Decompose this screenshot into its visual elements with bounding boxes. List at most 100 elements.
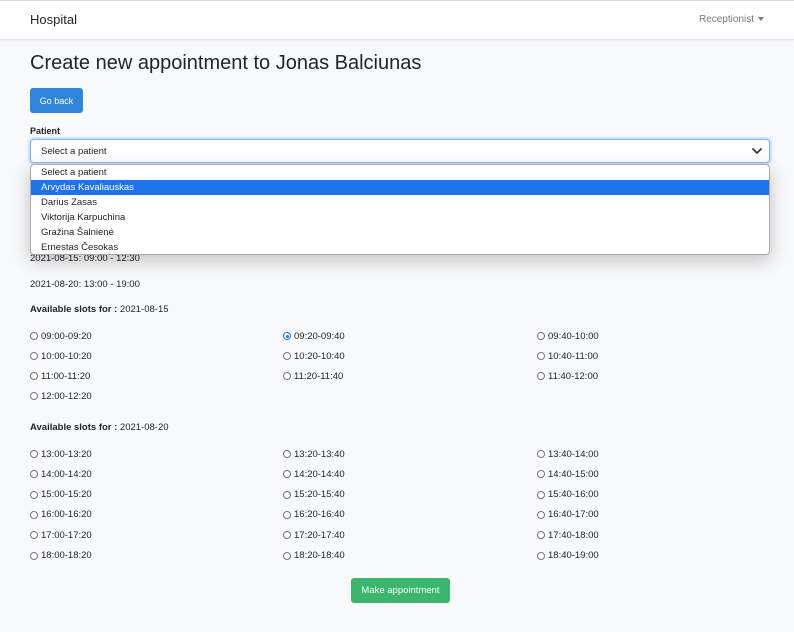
time-slot-label: 17:00-17:20 (41, 529, 92, 541)
time-slot-label: 09:40-10:00 (548, 330, 599, 342)
schedule-line: 2021-08-20: 13:00 - 19:00 (30, 279, 140, 290)
time-slot-label: 11:00-11:20 (41, 370, 91, 382)
time-slot-option[interactable]: 13:00-13:20 (30, 448, 92, 460)
time-slot-option[interactable]: 13:40-14:00 (537, 448, 599, 460)
time-slot-option[interactable]: 15:20-15:40 (283, 489, 345, 501)
time-slot-radio[interactable] (537, 470, 545, 479)
time-slot-option[interactable]: 15:00-15:20 (30, 489, 92, 501)
time-slot-label: 10:20-10:40 (294, 350, 345, 362)
time-slot-option[interactable]: 15:40-16:00 (537, 489, 599, 501)
time-slot-radio[interactable] (30, 352, 38, 360)
time-slot-option[interactable]: 17:00-17:20 (30, 529, 92, 541)
time-slot-label: 16:00-16:20 (41, 509, 92, 521)
time-slot-radio[interactable] (537, 531, 545, 540)
chevron-down-icon (752, 148, 762, 154)
time-slot-option[interactable]: 11:40-12:00 (537, 370, 598, 382)
time-slot-radio[interactable] (30, 551, 38, 560)
slots-heading: Available slots for : 2021-08-15 (30, 304, 169, 315)
time-slot-option[interactable]: 10:40-11:00 (537, 350, 598, 362)
time-slot-option[interactable]: 11:20-11:40 (283, 370, 343, 382)
time-slot-radio[interactable] (283, 510, 291, 519)
time-slot-option[interactable]: 14:40-15:00 (537, 468, 599, 480)
page-title: Create new appointment to Jonas Balciuna… (30, 52, 422, 74)
time-slot-radio[interactable] (30, 372, 38, 380)
brand-link[interactable]: Hospital (30, 12, 77, 27)
time-slot-radio[interactable] (283, 551, 291, 560)
time-slot-radio[interactable] (30, 392, 38, 400)
time-slot-label: 16:20-16:40 (294, 509, 345, 521)
slots-heading-label: Available slots for : (30, 304, 118, 315)
patient-option[interactable]: Viktorija Karpuchina (31, 210, 769, 225)
time-slot-radio[interactable] (537, 510, 545, 519)
time-slot-radio[interactable] (537, 332, 545, 340)
time-slot-option[interactable]: 16:00-16:20 (30, 509, 92, 521)
slots-heading-date: 2021-08-15 (119, 304, 169, 315)
time-slot-label: 18:40-19:00 (548, 550, 599, 561)
navbar: Hospital Receptionist (0, 0, 794, 40)
time-slot-label: 14:00-14:20 (41, 468, 92, 480)
time-slot-radio[interactable] (30, 531, 38, 540)
time-slot-label: 11:40-12:00 (548, 370, 599, 382)
time-slot-radio[interactable] (537, 551, 545, 560)
time-slot-option[interactable]: 18:40-19:00 (537, 550, 599, 562)
slots-heading-date: 2021-08-20 (119, 422, 169, 433)
time-slot-label: 14:40-15:00 (548, 468, 599, 480)
time-slot-option[interactable]: 18:20-18:40 (283, 550, 345, 562)
patient-option[interactable]: Arvydas Kavaliauskas (31, 180, 769, 195)
time-slot-option[interactable]: 13:20-13:40 (283, 448, 345, 460)
patient-option[interactable]: Gražina Šalnienė (31, 225, 769, 240)
time-slot-label: 13:40-14:00 (548, 448, 599, 460)
time-slot-radio[interactable] (30, 470, 38, 479)
time-slot-option[interactable]: 18:00-18:20 (30, 550, 92, 562)
time-slot-option[interactable]: 17:40-18:00 (537, 529, 599, 541)
patient-option[interactable]: Darius Zasas (31, 195, 769, 210)
time-slot-radio[interactable] (537, 490, 545, 499)
time-slot-label: 11:20-11:40 (294, 370, 344, 382)
go-back-button[interactable]: Go back (30, 88, 83, 113)
time-slot-option[interactable]: 14:20-14:40 (283, 468, 345, 480)
time-slot-radio[interactable] (283, 352, 291, 360)
patient-label: Patient (30, 126, 61, 136)
time-slot-radio[interactable] (283, 372, 291, 380)
time-slot-radio[interactable] (30, 490, 38, 499)
time-slot-option[interactable]: 09:00-09:20 (30, 330, 92, 342)
slots-heading: Available slots for : 2021-08-20 (30, 422, 169, 433)
time-slot-option[interactable]: 09:20-09:40 (283, 330, 345, 342)
time-slot-radio[interactable] (30, 450, 38, 458)
time-slot-option[interactable]: 10:00-10:20 (30, 350, 92, 362)
time-slot-label: 18:00-18:20 (41, 550, 92, 561)
time-slot-option[interactable]: 10:20-10:40 (283, 350, 345, 362)
user-menu-label: Receptionist (698, 14, 754, 25)
time-slot-radio[interactable] (30, 510, 38, 519)
time-slot-option[interactable]: 11:00-11:20 (30, 370, 90, 382)
time-slot-option[interactable]: 14:00-14:20 (30, 468, 92, 480)
time-slot-option[interactable]: 16:40-17:00 (537, 509, 599, 521)
time-slot-radio[interactable] (30, 332, 38, 340)
time-slot-option[interactable]: 12:00-12:20 (30, 390, 92, 402)
time-slot-label: 10:40-11:00 (548, 350, 599, 362)
make-appointment-button[interactable]: Make appointment (351, 578, 450, 603)
time-slot-option[interactable]: 16:20-16:40 (283, 509, 345, 521)
time-slot-option[interactable]: 17:20-17:40 (283, 529, 345, 541)
patient-dropdown-list: Select a patient Arvydas Kavaliauskas Dari… (30, 164, 770, 255)
time-slot-radio[interactable] (283, 490, 291, 499)
time-slot-radio[interactable] (537, 372, 545, 380)
time-slot-label: 12:00-12:20 (41, 390, 92, 402)
time-slot-label: 15:40-16:00 (548, 489, 599, 501)
time-slot-label: 10:00-10:20 (41, 350, 92, 362)
slots-heading-label: Available slots for : (30, 422, 118, 433)
time-slot-label: 14:20-14:40 (294, 468, 345, 480)
time-slot-radio[interactable] (283, 332, 291, 340)
patient-option[interactable]: Ernestas Česokas (31, 240, 769, 254)
user-menu-toggle[interactable]: Receptionist (699, 14, 764, 25)
time-slot-radio[interactable] (537, 352, 545, 360)
time-slot-radio[interactable] (283, 450, 291, 458)
time-slot-radio[interactable] (283, 470, 291, 479)
time-slot-label: 09:20-09:40 (294, 330, 345, 342)
time-slot-label: 16:40-17:00 (548, 509, 599, 521)
time-slot-radio[interactable] (283, 531, 291, 540)
patient-option[interactable]: Select a patient (31, 165, 769, 180)
time-slot-option[interactable]: 09:40-10:00 (537, 330, 599, 342)
time-slot-radio[interactable] (537, 450, 545, 458)
patient-select[interactable]: Select a patient (30, 139, 770, 163)
